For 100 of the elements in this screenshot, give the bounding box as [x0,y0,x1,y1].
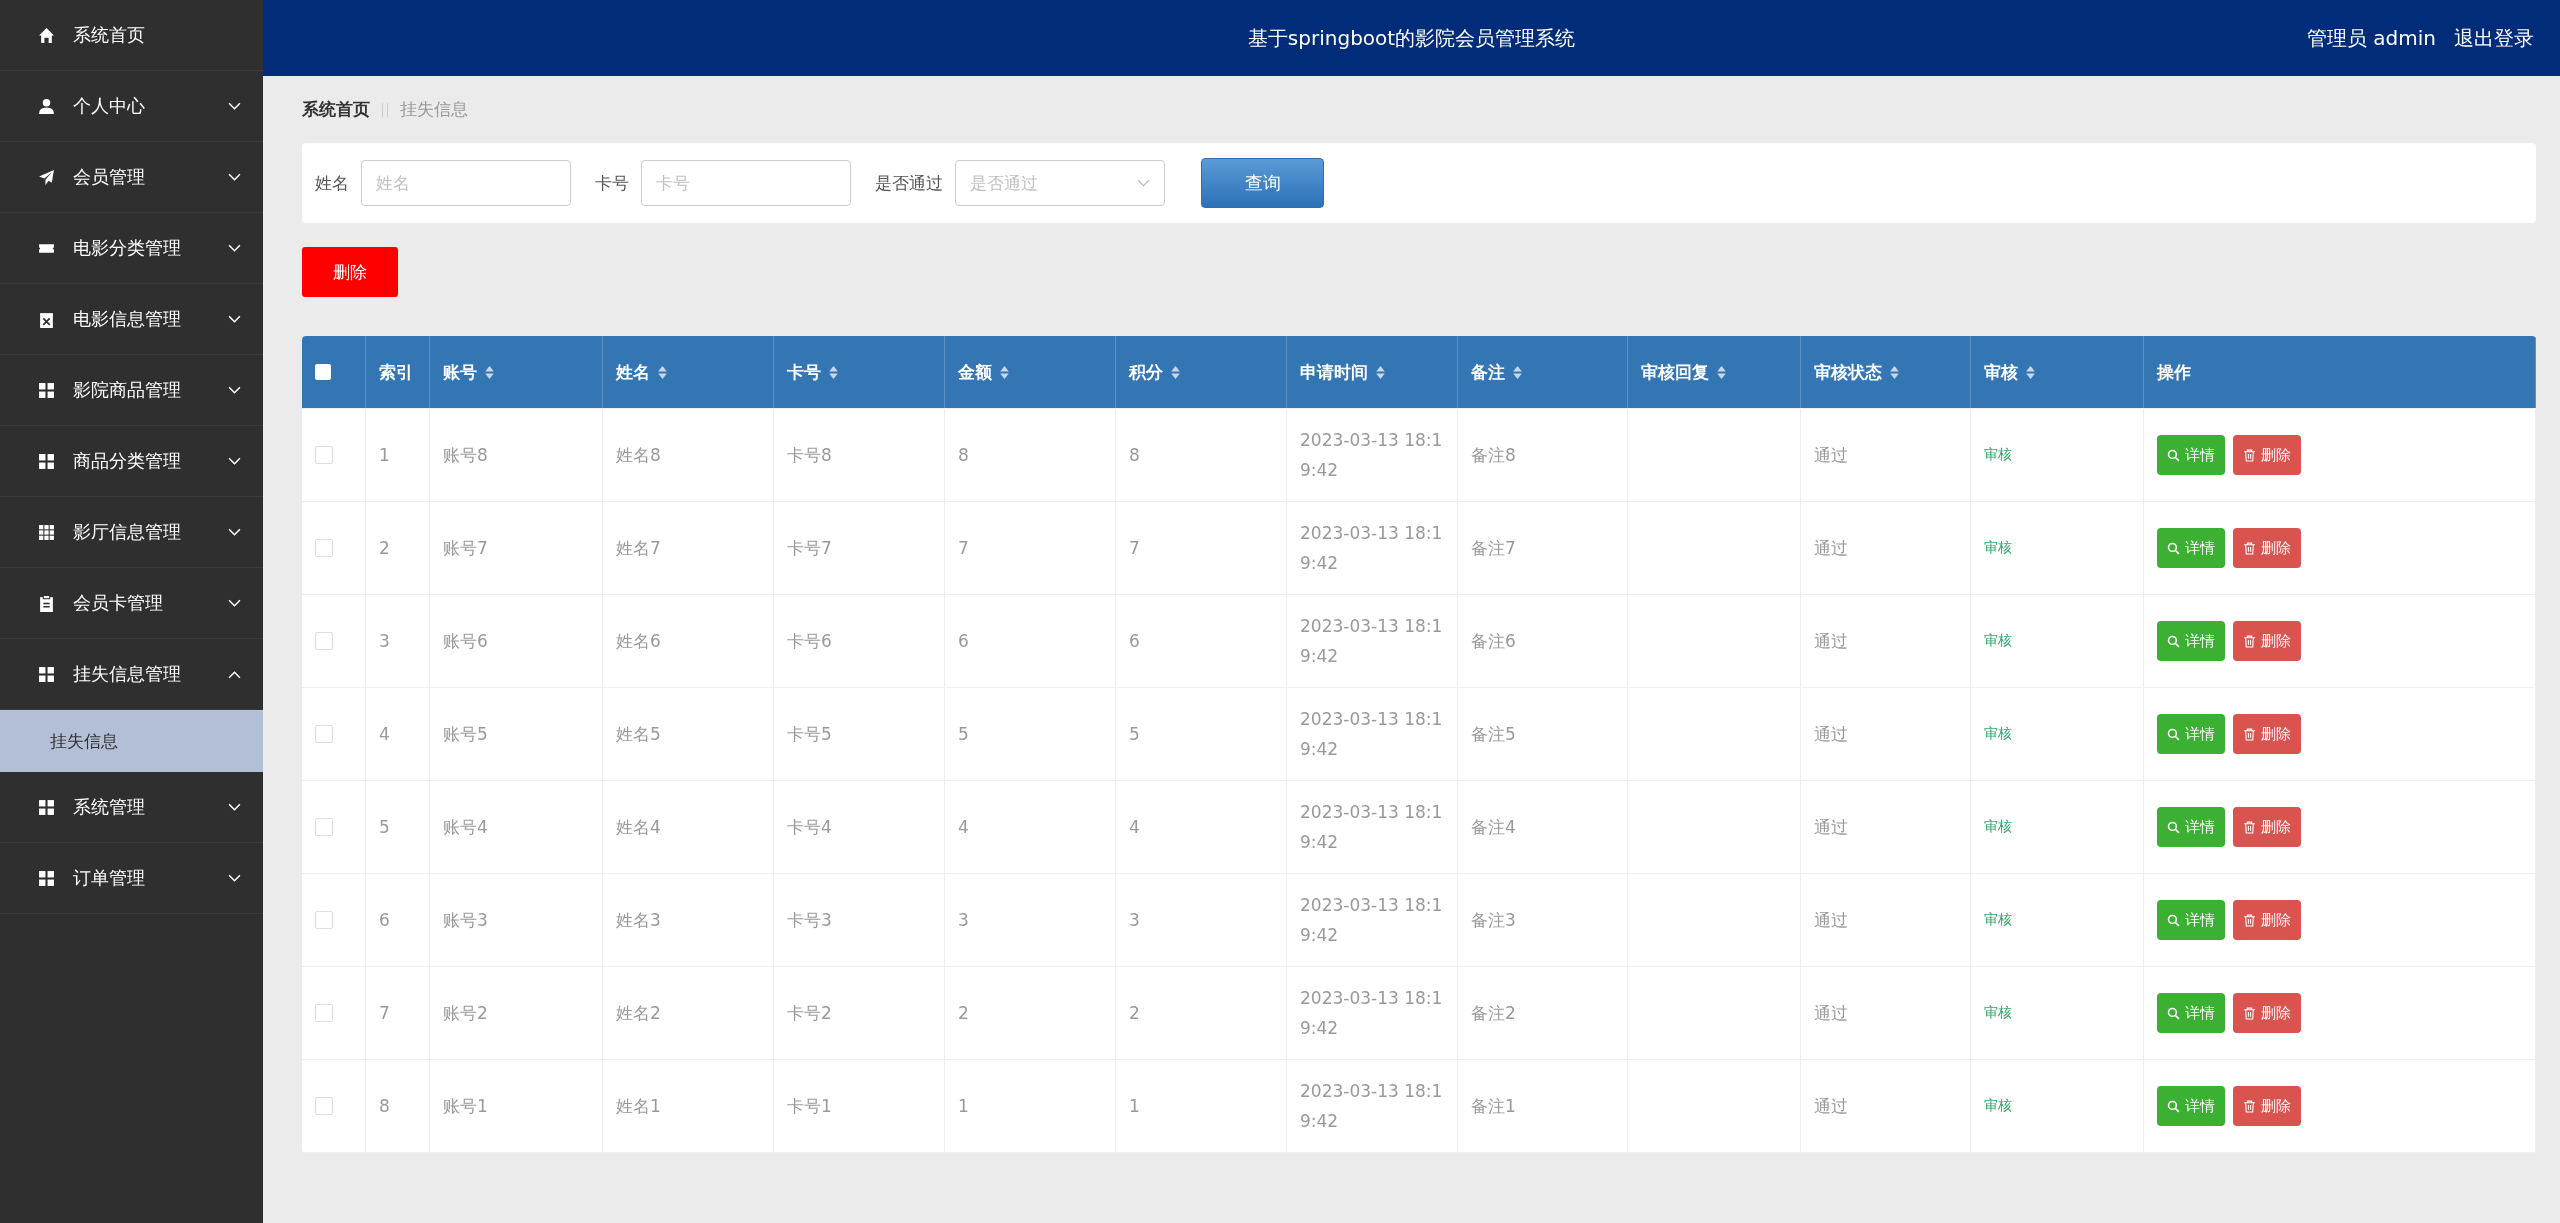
sidebar-label: 商品分类管理 [73,449,182,473]
table-cell-text: 3 [1129,909,1140,932]
table-cell-text: 2023-03-13 18:19:42 [1300,429,1444,482]
column-header[interactable]: 卡号 [787,360,821,384]
sidebar-item[interactable]: 系统管理 [0,772,263,843]
input-field[interactable]: 卡号 [641,160,851,206]
review-link[interactable]: 审核 [1984,1097,2012,1115]
column-header[interactable]: 备注 [1471,360,1505,384]
delete-button[interactable]: 删除 [2233,621,2301,661]
row-checkbox[interactable] [315,446,333,464]
column-header[interactable]: 审核 [1984,360,2018,384]
user-icon [38,97,55,115]
table-cell-text: 账号4 [443,816,488,839]
row-checkbox[interactable] [315,632,333,650]
table-cell-text: 6 [958,630,969,653]
review-link[interactable]: 审核 [1984,1004,2012,1022]
column-header[interactable]: 索引 [379,360,413,384]
table-cell-text: 账号6 [443,630,488,653]
row-checkbox[interactable] [315,911,333,929]
table-cell-text: 通过 [1814,1002,1848,1025]
table-cell-text: 8 [379,1095,390,1118]
sidebar-item[interactable]: 订单管理 [0,843,263,914]
breadcrumb-link[interactable]: 挂失信息 [400,98,468,121]
review-link[interactable]: 审核 [1984,818,2012,836]
delete-button[interactable]: 删除 [2233,435,2301,475]
review-link[interactable]: 审核 [1984,632,2012,650]
table-cell-text: 通过 [1814,909,1848,932]
row-checkbox[interactable] [315,1004,333,1022]
column-header[interactable]: 操作 [2157,360,2191,384]
trash-icon [2243,541,2256,555]
table-cell-text: 卡号1 [787,1095,832,1118]
sidebar-item[interactable]: 会员管理 [0,142,263,213]
review-link[interactable]: 审核 [1984,539,2012,557]
review-link[interactable]: 审核 [1984,446,2012,464]
delete-button[interactable]: 删除 [2233,714,2301,754]
detail-button[interactable]: 详情 [2157,528,2225,568]
table-cell-text: 姓名2 [616,1002,661,1025]
row-checkbox[interactable] [315,725,333,743]
search-icon [2167,634,2180,648]
table-cell-text: 4 [958,816,969,839]
delete-button[interactable]: 删除 [2233,993,2301,1033]
trash-icon [2243,820,2256,834]
table-cell-text: 姓名1 [616,1095,661,1118]
table-cell-text: 4 [1129,816,1140,839]
grid-icon [38,665,55,683]
table-cell-text: 5 [958,723,969,746]
delete-button[interactable]: 删除 [2233,528,2301,568]
table-cell-text: 账号5 [443,723,488,746]
column-header[interactable]: 姓名 [616,360,650,384]
sidebar-item[interactable]: 个人中心 [0,71,263,142]
delete-button[interactable]: 删除 [2233,1086,2301,1126]
table-cell-text: 卡号2 [787,1002,832,1025]
column-header[interactable]: 申请时间 [1300,360,1368,384]
logout-link[interactable]: 退出登录 [2454,24,2534,52]
detail-button[interactable]: 详情 [2157,807,2225,847]
table-cell-text: 2023-03-13 18:19:42 [1300,987,1444,1040]
sidebar-item[interactable]: 影院商品管理 [0,355,263,426]
search-icon [2167,727,2180,741]
column-header[interactable]: 账号 [443,360,477,384]
sidebar-item[interactable]: 影厅信息管理 [0,497,263,568]
column-header[interactable]: 积分 [1129,360,1163,384]
trash-icon [2243,727,2256,741]
table-cell-text: 7 [1129,537,1140,560]
input-field[interactable]: 姓名 [361,160,571,206]
sidebar-item[interactable]: 商品分类管理 [0,426,263,497]
detail-button[interactable]: 详情 [2157,900,2225,940]
table-cell-text: 1 [379,444,390,467]
breadcrumb-link[interactable]: 系统首页 [302,98,370,121]
detail-button[interactable]: 详情 [2157,1086,2225,1126]
table-cell-text: 3 [379,630,390,653]
delete-button[interactable]: 删除 [302,247,398,297]
app-title: 基于springboot的影院会员管理系统 [1247,24,1576,52]
column-header[interactable]: 金额 [958,360,992,384]
search-button[interactable]: 查询 [1201,158,1324,208]
delete-button[interactable]: 删除 [2233,807,2301,847]
select-all-checkbox[interactable] [315,364,331,380]
table-cell-text: 账号8 [443,444,488,467]
detail-button[interactable]: 详情 [2157,435,2225,475]
sidebar-item[interactable]: 电影信息管理 [0,284,263,355]
sidebar-item[interactable]: 会员卡管理 [0,568,263,639]
detail-button[interactable]: 详情 [2157,714,2225,754]
sidebar-label: 个人中心 [73,94,146,118]
delete-button[interactable]: 删除 [2233,900,2301,940]
clipboard-x-icon [38,310,55,328]
sidebar-subitem[interactable]: 挂失信息 [0,710,263,772]
row-checkbox[interactable] [315,539,333,557]
detail-button[interactable]: 详情 [2157,993,2225,1033]
row-checkbox[interactable] [315,818,333,836]
sidebar-item[interactable]: 电影分类管理 [0,213,263,284]
column-header[interactable]: 审核回复 [1641,360,1709,384]
column-header[interactable]: 审核状态 [1814,360,1882,384]
table-cell-text: 姓名4 [616,816,661,839]
review-link[interactable]: 审核 [1984,911,2012,929]
field-label: 是否通过 [875,171,943,195]
search-icon [2167,1099,2180,1113]
trash-icon [2243,448,2256,462]
table-cell-text: 5 [1129,723,1140,746]
row-checkbox[interactable] [315,1097,333,1115]
review-link[interactable]: 审核 [1984,725,2012,743]
detail-button[interactable]: 详情 [2157,621,2225,661]
